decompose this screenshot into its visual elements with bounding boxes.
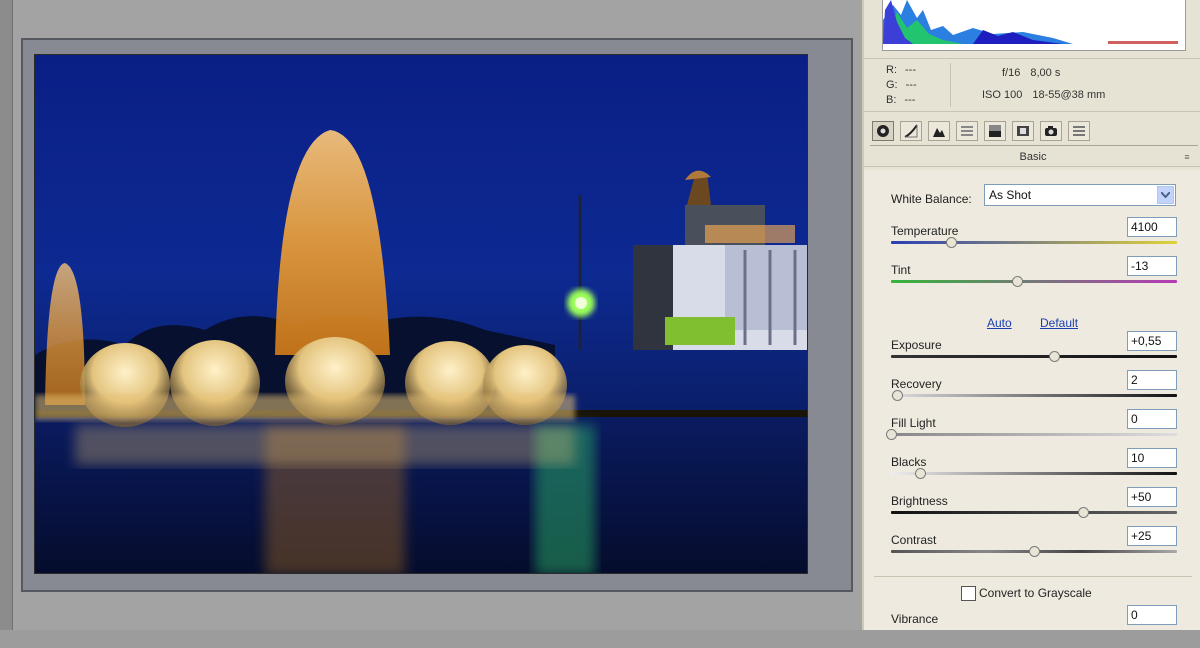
exposure-thumb[interactable] <box>1049 351 1061 362</box>
contrast-label: Contrast <box>891 533 937 547</box>
grayscale-checkbox[interactable] <box>961 586 976 601</box>
contrast-thumb[interactable] <box>1029 546 1040 557</box>
contrast-slider-row: Contrast +25 <box>891 526 1179 569</box>
recovery-label: Recovery <box>891 377 942 391</box>
iso-lens-info: ISO 100 18-55@38 mm <box>982 89 1106 101</box>
panel-menu-icon[interactable]: ≡ <box>1182 152 1192 162</box>
vibrance-label: Vibrance <box>891 612 939 626</box>
brightness-slider-row: Brightness +50 <box>891 487 1179 530</box>
recovery-track[interactable] <box>891 394 1177 397</box>
fill-light-input[interactable]: 0 <box>1127 409 1177 429</box>
exposure-info: f/16 8,00 s <box>1002 67 1061 79</box>
basic-panel: White Balance: As Shot Temperature 4100 … <box>864 170 1200 630</box>
left-panel-edge <box>0 0 13 630</box>
panel-title: Basic ≡ <box>864 148 1200 167</box>
exposure-input[interactable]: +0,55 <box>1127 331 1177 351</box>
temperature-thumb[interactable] <box>946 237 958 248</box>
fill-light-slider-row: Fill Light 0 <box>886 409 1179 452</box>
camera-info-row: R: --- G: --- B: --- f/16 8,00 s ISO 100 18-5… <box>864 58 1200 112</box>
contrast-input[interactable]: +25 <box>1127 526 1177 546</box>
blacks-thumb[interactable] <box>914 468 926 479</box>
recovery-slider-row: Recovery 2 <box>891 370 1179 413</box>
histogram <box>882 0 1186 51</box>
tint-label: Tint <box>891 263 911 277</box>
tint-input[interactable]: -13 <box>1127 256 1177 276</box>
fill-light-label: Fill Light <box>891 416 936 430</box>
fill-light-track[interactable] <box>891 433 1177 436</box>
b-readout: B: --- <box>886 94 916 106</box>
brightness-track[interactable] <box>891 511 1177 514</box>
tint-slider-row: Tint -13 <box>891 256 1179 299</box>
exposure-track[interactable] <box>891 355 1177 358</box>
vibrance-slider-row: Vibrance 0 <box>891 605 1179 648</box>
tone-curve-icon[interactable] <box>900 121 922 141</box>
white-balance-label: White Balance: <box>891 192 972 206</box>
adjustments-panel: R: --- G: --- B: --- f/16 8,00 s ISO 100 18-5… <box>862 0 1200 630</box>
info-separator <box>950 63 951 107</box>
lens-corrections-icon[interactable] <box>1012 121 1034 141</box>
basic-icon[interactable] <box>872 121 894 141</box>
exposure-label: Exposure <box>891 338 942 352</box>
tint-track[interactable] <box>891 280 1177 283</box>
tint-thumb[interactable] <box>1011 276 1023 287</box>
fill-light-thumb[interactable] <box>886 429 897 440</box>
panel-tabs <box>870 117 1198 146</box>
presets-icon[interactable] <box>1068 121 1090 141</box>
temperature-input[interactable]: 4100 <box>1127 217 1177 237</box>
camera-calibration-icon[interactable] <box>1040 121 1062 141</box>
detail-icon[interactable] <box>928 121 950 141</box>
split-toning-icon[interactable] <box>984 121 1006 141</box>
g-readout: G: --- <box>886 79 917 91</box>
section-divider <box>874 576 1192 577</box>
blacks-label: Blacks <box>891 455 927 469</box>
blacks-input[interactable]: 10 <box>1127 448 1177 468</box>
brightness-thumb[interactable] <box>1077 507 1089 518</box>
image-preview-area <box>0 0 862 630</box>
temperature-track[interactable] <box>891 241 1177 244</box>
grayscale-label: Convert to Grayscale <box>979 586 1092 600</box>
exposure-slider-row: Exposure +0,55 <box>891 331 1179 374</box>
brightness-input[interactable]: +50 <box>1127 487 1177 507</box>
blacks-track[interactable] <box>891 472 1177 475</box>
chevron-down-icon[interactable] <box>1157 186 1174 204</box>
temperature-slider-row: Temperature 4100 <box>891 217 1179 260</box>
auto-link[interactable]: Auto <box>987 316 1012 330</box>
recovery-input[interactable]: 2 <box>1127 370 1177 390</box>
r-readout: R: --- <box>886 64 916 76</box>
vibrance-input[interactable]: 0 <box>1127 605 1177 625</box>
brightness-label: Brightness <box>891 494 948 508</box>
white-balance-value: As Shot <box>989 188 1032 202</box>
preview-image[interactable] <box>34 54 808 574</box>
hsl-icon[interactable] <box>956 121 978 141</box>
default-link[interactable]: Default <box>1040 316 1078 330</box>
blacks-slider-row: Blacks 10 <box>891 448 1179 491</box>
white-balance-select[interactable]: As Shot <box>984 184 1176 206</box>
recovery-thumb[interactable] <box>891 390 903 401</box>
temperature-label: Temperature <box>891 224 959 238</box>
